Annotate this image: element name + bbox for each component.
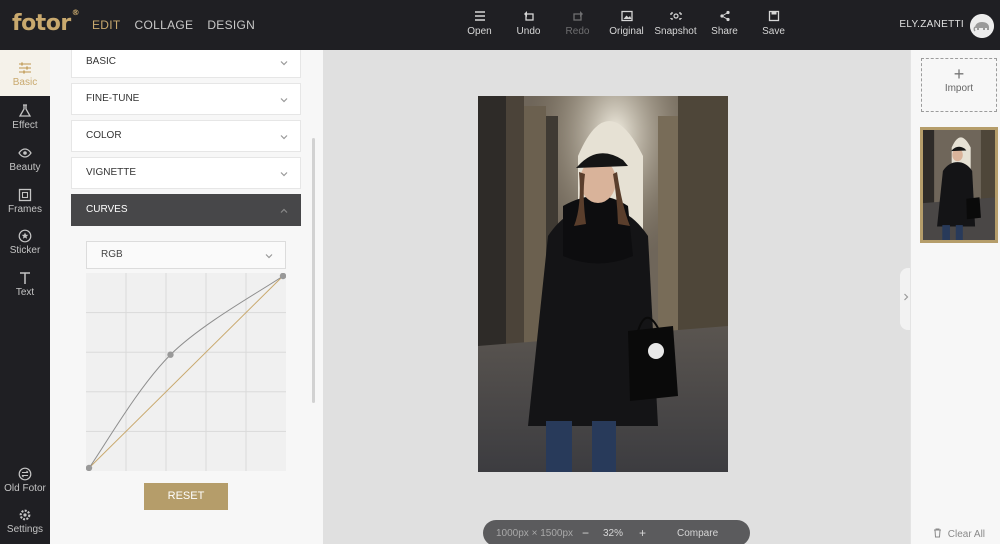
zoom-level: 32%	[603, 528, 624, 539]
left-rail: Basic Effect Beauty Frames Sticker Text …	[0, 50, 50, 544]
chevron-up-icon	[280, 208, 288, 213]
panel-scrollbar[interactable]	[312, 138, 315, 403]
frame-icon	[18, 188, 32, 202]
chevron-down-icon	[280, 172, 288, 177]
elephant-avatar-icon[interactable]	[970, 14, 994, 38]
zoom-in-button[interactable]: +	[639, 526, 646, 540]
import-button[interactable]: + Import	[921, 58, 997, 112]
text-icon	[20, 272, 30, 284]
curve-control-point[interactable]	[167, 351, 174, 358]
image-dimensions: 1000px × 1500px	[496, 528, 574, 539]
chevron-down-icon	[280, 61, 288, 66]
plus-icon: +	[953, 64, 965, 84]
section-fine-tune[interactable]: FINE-TUNE	[71, 83, 301, 115]
section-color[interactable]: COLOR	[71, 120, 301, 152]
fotor-logo[interactable]: fotor®	[12, 8, 80, 36]
canvas-area: 1000px × 1500px − 32% + Compare	[323, 50, 910, 544]
swap-icon	[18, 467, 32, 481]
section-basic[interactable]: BASIC	[71, 50, 301, 78]
chevron-down-icon	[265, 254, 273, 259]
gear-icon	[19, 509, 31, 521]
nav-design[interactable]: DESIGN	[207, 18, 255, 32]
save-icon	[768, 10, 779, 22]
original-button[interactable]: Original	[602, 10, 651, 37]
open-button[interactable]: Open	[455, 10, 504, 37]
undo-button[interactable]: Undo	[504, 10, 553, 37]
chevron-right-icon	[904, 293, 909, 301]
rail-frames[interactable]: Frames	[0, 188, 50, 215]
zoom-out-button[interactable]: −	[582, 526, 589, 540]
eye-icon	[18, 148, 32, 158]
rail-effect[interactable]: Effect	[0, 104, 50, 131]
edited-photo[interactable]	[478, 96, 728, 472]
chevron-down-icon	[280, 135, 288, 140]
curves-editor[interactable]	[86, 273, 286, 471]
snapshot-button[interactable]: Snapshot	[651, 10, 700, 37]
rail-beauty[interactable]: Beauty	[0, 146, 50, 173]
undo-icon	[523, 11, 534, 21]
section-curves[interactable]: CURVES	[71, 194, 301, 226]
right-panel: + Import Clear All	[910, 50, 1000, 544]
adjust-panel: BASIC FINE-TUNE COLOR VIGNETTE CURVES RG…	[50, 50, 323, 544]
rail-basic[interactable]: Basic	[0, 50, 50, 96]
share-icon	[719, 10, 730, 22]
section-vignette[interactable]: VIGNETTE	[71, 157, 301, 189]
top-bar: fotor® EDIT COLLAGE DESIGN Open Undo Red…	[0, 0, 1000, 50]
rail-settings[interactable]: Settings	[0, 508, 50, 535]
image-icon	[620, 10, 633, 22]
save-button[interactable]: Save	[749, 10, 798, 37]
menu-icon	[474, 11, 485, 21]
top-nav: EDIT COLLAGE DESIGN	[92, 18, 255, 32]
rail-text[interactable]: Text	[0, 271, 50, 298]
redo-icon	[572, 11, 583, 21]
clear-all-button[interactable]: Clear All	[933, 528, 985, 540]
redo-button[interactable]: Redo	[553, 10, 602, 37]
toolbar: Open Undo Redo Original Snapshot Share S…	[455, 10, 798, 37]
sliders-icon	[19, 62, 31, 74]
flask-icon	[18, 104, 32, 117]
share-button[interactable]: Share	[700, 10, 749, 37]
chevron-down-icon	[280, 98, 288, 103]
reset-button[interactable]: RESET	[144, 483, 228, 510]
nav-edit[interactable]: EDIT	[92, 18, 121, 32]
camera-icon	[669, 12, 682, 20]
rail-old-fotor[interactable]: Old Fotor	[0, 467, 50, 494]
username[interactable]: ELY.ZANETTI	[899, 19, 964, 30]
sticker-icon	[18, 229, 32, 243]
zoom-bar: 1000px × 1500px − 32% + Compare	[483, 520, 750, 544]
rail-sticker[interactable]: Sticker	[0, 229, 50, 256]
nav-collage[interactable]: COLLAGE	[135, 18, 194, 32]
photo-thumbnail[interactable]	[920, 127, 998, 243]
compare-button[interactable]: Compare	[677, 528, 718, 539]
import-label: Import	[944, 83, 974, 94]
trash-icon	[934, 528, 941, 538]
channel-select[interactable]: RGB	[86, 241, 286, 269]
